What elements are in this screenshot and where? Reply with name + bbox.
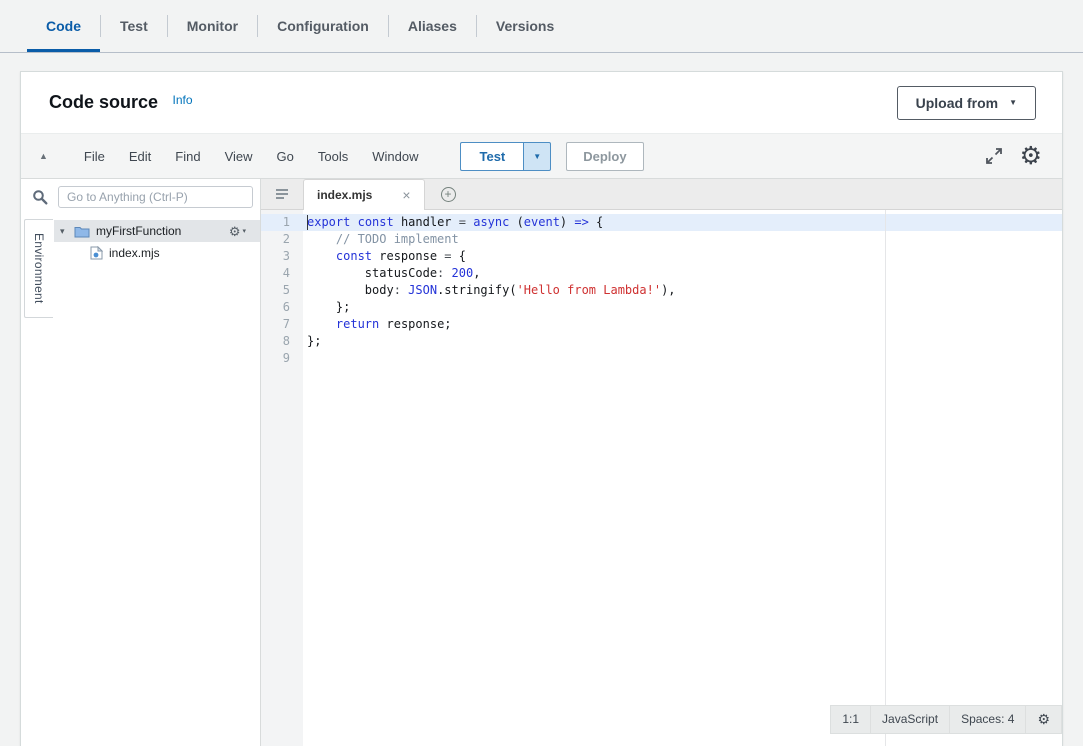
tab-list-icon[interactable] xyxy=(261,179,303,209)
tab-aliases[interactable]: Aliases xyxy=(389,0,476,52)
tab-code-label: Code xyxy=(46,18,81,34)
gutter: 123456789 xyxy=(261,210,303,746)
menu-find[interactable]: Find xyxy=(163,143,212,170)
editor-body: Environment ▾ myFirstFunction xyxy=(21,179,1062,746)
editor-tab-index-mjs[interactable]: index.mjs × xyxy=(303,179,425,210)
code-lines: export const handler = async (event) => … xyxy=(303,210,1062,367)
spaces-setting[interactable]: Spaces: 4 xyxy=(950,706,1026,733)
gutter-line[interactable]: 3 xyxy=(261,248,303,265)
tab-aliases-label: Aliases xyxy=(408,18,457,34)
tree-item-file[interactable]: index.mjs xyxy=(54,242,260,264)
chevron-down-icon[interactable]: ▾ xyxy=(60,226,74,237)
tab-test[interactable]: Test xyxy=(101,0,167,52)
test-button[interactable]: Test xyxy=(460,142,523,171)
editor-menus: File Edit Find View Go Tools Window xyxy=(72,143,431,170)
page-title: Code source xyxy=(49,92,158,112)
folder-icon xyxy=(74,225,90,238)
gutter-line[interactable]: 4 xyxy=(261,265,303,282)
code-source-panel: Code source Info Upload from ▼ ▲ File Ed… xyxy=(20,71,1063,746)
editor-tabs-row: index.mjs × + xyxy=(261,179,1062,210)
code-editor[interactable]: 123456789 export const handler = async (… xyxy=(261,210,1062,746)
editor-menubar: ▲ File Edit Find View Go Tools Window Te… xyxy=(21,134,1062,179)
tab-configuration-label: Configuration xyxy=(277,18,369,34)
code-line[interactable]: }; xyxy=(303,333,1062,350)
tab-versions[interactable]: Versions xyxy=(477,0,573,52)
cloud9-editor: ▲ File Edit Find View Go Tools Window Te… xyxy=(21,134,1062,746)
test-dropdown-button[interactable]: ▼ xyxy=(523,142,551,171)
gutter-line[interactable]: 7 xyxy=(261,316,303,333)
code-line[interactable]: }; xyxy=(303,299,1062,316)
title-wrap: Code source Info xyxy=(49,92,193,113)
code-line[interactable] xyxy=(303,350,1062,367)
language-mode[interactable]: JavaScript xyxy=(871,706,950,733)
new-tab-icon[interactable]: + xyxy=(441,187,456,202)
menu-view[interactable]: View xyxy=(213,143,265,170)
caret-down-icon: ▼ xyxy=(1009,99,1017,107)
code-line[interactable]: // TODO implement xyxy=(303,231,1062,248)
test-button-group: Test ▼ xyxy=(460,142,551,171)
caret-down-icon: ▾ xyxy=(242,227,246,235)
gutter-line[interactable]: 5 xyxy=(261,282,303,299)
tree-item-label: myFirstFunction xyxy=(96,224,181,238)
menu-go[interactable]: Go xyxy=(265,143,306,170)
tab-monitor[interactable]: Monitor xyxy=(168,0,257,52)
menu-edit[interactable]: Edit xyxy=(117,143,163,170)
tab-versions-label: Versions xyxy=(496,18,554,34)
deploy-button[interactable]: Deploy xyxy=(566,142,643,171)
side-tab-strip: Environment xyxy=(21,215,54,746)
menu-tools[interactable]: Tools xyxy=(306,143,360,170)
tab-test-label: Test xyxy=(120,18,148,34)
tab-monitor-label: Monitor xyxy=(187,18,238,34)
menu-window[interactable]: Window xyxy=(360,143,430,170)
editor-tab-label: index.mjs xyxy=(317,188,372,202)
tab-configuration[interactable]: Configuration xyxy=(258,0,388,52)
gutter-line[interactable]: 9 xyxy=(261,350,303,367)
code-line[interactable]: return response; xyxy=(303,316,1062,333)
sidebar-lower: Environment ▾ myFirstFunction xyxy=(21,215,260,746)
code-line[interactable]: body: JSON.stringify('Hello from Lambda!… xyxy=(303,282,1062,299)
menu-file[interactable]: File xyxy=(72,143,117,170)
close-tab-icon[interactable]: × xyxy=(402,188,410,202)
environment-panel-tab[interactable]: Environment xyxy=(24,219,53,318)
code-source-header: Code source Info Upload from ▼ xyxy=(21,72,1062,134)
collapse-panel-icon[interactable]: ▲ xyxy=(39,151,48,161)
gutter-line[interactable]: 1 xyxy=(261,214,303,231)
goto-anything-row xyxy=(21,179,260,215)
function-nav-tabs: Code Test Monitor Configuration Aliases … xyxy=(0,0,1083,53)
editor-main: index.mjs × + 123456789 export const han… xyxy=(261,179,1062,746)
tree-item-folder[interactable]: ▾ myFirstFunction ⚙ ▾ xyxy=(54,220,260,242)
fullscreen-icon[interactable] xyxy=(985,147,1003,165)
js-file-icon xyxy=(90,246,103,260)
gear-icon: ⚙ xyxy=(229,225,241,238)
file-sidebar: Environment ▾ myFirstFunction xyxy=(21,179,261,746)
goto-anything-input[interactable] xyxy=(58,186,253,208)
upload-from-label: Upload from xyxy=(916,95,998,111)
menubar-right-icons: ⚙ xyxy=(985,144,1042,169)
code-line[interactable]: statusCode: 200, xyxy=(303,265,1062,282)
code-line[interactable]: export const handler = async (event) => … xyxy=(303,214,1062,231)
editor-settings-gear-icon[interactable]: ⚙ xyxy=(1020,144,1042,169)
file-tree: ▾ myFirstFunction ⚙ ▾ xyxy=(54,215,260,746)
tree-item-label: index.mjs xyxy=(109,246,160,260)
statusbar-gear-icon[interactable]: ⚙ xyxy=(1026,706,1062,733)
tab-code[interactable]: Code xyxy=(27,0,100,52)
code-line[interactable]: const response = { xyxy=(303,248,1062,265)
editor-statusbar: 1:1 JavaScript Spaces: 4 ⚙ xyxy=(830,705,1062,734)
caret-down-icon: ▼ xyxy=(533,152,541,161)
tree-settings-gear-icon[interactable]: ⚙ ▾ xyxy=(229,225,246,238)
upload-from-button[interactable]: Upload from ▼ xyxy=(897,86,1036,120)
cursor-position[interactable]: 1:1 xyxy=(831,706,871,733)
gutter-line[interactable]: 2 xyxy=(261,231,303,248)
search-icon[interactable] xyxy=(21,189,58,205)
info-link[interactable]: Info xyxy=(172,93,192,107)
gutter-line[interactable]: 8 xyxy=(261,333,303,350)
gutter-line[interactable]: 6 xyxy=(261,299,303,316)
